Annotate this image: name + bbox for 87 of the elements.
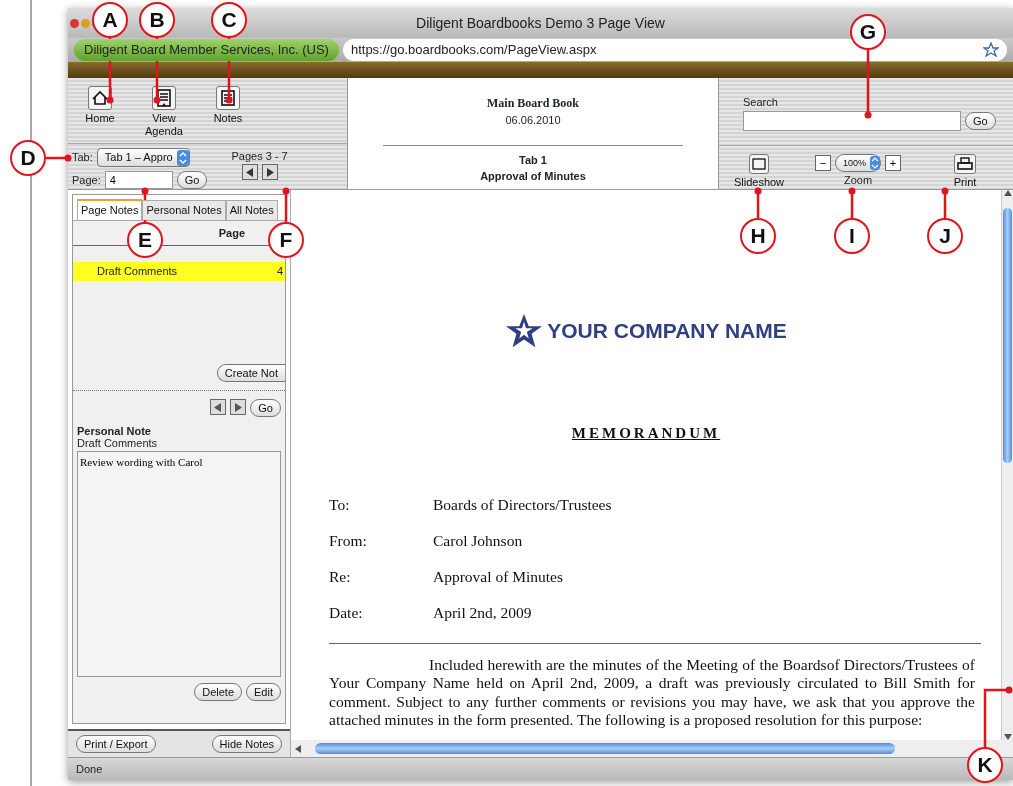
zoom-label: Zoom [843, 172, 873, 188]
leader-line [46, 154, 72, 162]
tab-title: Tab 1 [519, 152, 547, 168]
leader-line [848, 187, 856, 218]
panel-button[interactable]: Hide Notes [211, 735, 282, 753]
address-field[interactable]: https://go.boardbooks.com/PageView.aspx [342, 39, 1007, 61]
notes-tab[interactable]: Personal Notes [142, 200, 226, 220]
search-label: Search [743, 95, 779, 110]
field-label: To: [329, 494, 351, 515]
book-date: 06.06.2010 [505, 113, 561, 128]
scroll-left-arrow-icon[interactable] [295, 744, 301, 753]
go-button[interactable]: Go [250, 399, 281, 417]
memo-paragraph: Included herewith are the minutes of the Meeting of the Boardsof Directors/Trustees of Your Company Name held on April 2nd, 2009, a draft was previously circulated to Bill Smith for comment. Subject to any further comments or revisions you may have, we ask that you approve the attached minutes in the form presented. The following is a proposed resolution for this purpose: [328, 654, 976, 730]
leader-line [941, 187, 949, 218]
callout-label: D [10, 140, 46, 176]
field-value: Carol Johnson [433, 530, 523, 551]
star-icon[interactable] [983, 42, 999, 58]
left-arrow-icon [245, 167, 254, 177]
spinner-arrows-icon [870, 156, 881, 171]
next-page-button[interactable] [261, 164, 278, 181]
callout-label: B [139, 2, 175, 38]
leader-line [864, 50, 872, 119]
page-range: Pages 3 - 7 [231, 148, 288, 164]
notes-tab[interactable]: Page Notes [77, 199, 143, 220]
close-icon[interactable] [70, 18, 79, 28]
toolbar-button[interactable]: Home [76, 86, 124, 143]
vertical-scrollbar-thumb[interactable] [1003, 208, 1012, 463]
field-label: Re: [329, 566, 352, 587]
column-header: Page [218, 225, 245, 241]
panel-button[interactable]: Print / Export [76, 735, 156, 753]
go-button[interactable]: Go [176, 171, 208, 189]
zoom-dropdown[interactable]: 100% [835, 153, 882, 172]
notes-tab[interactable]: All Notes [225, 200, 278, 220]
note-text-area[interactable]: Review wording with Carol [77, 451, 281, 678]
document-list-icon [154, 88, 174, 108]
printer-icon [957, 156, 974, 171]
note-title: Draft Comments [77, 437, 159, 450]
scroll-up-arrow-icon[interactable] [1003, 190, 1012, 196]
previous-note-button[interactable] [210, 399, 227, 415]
memo-heading: MEMORANDUM [571, 424, 721, 443]
note-row[interactable]: Draft Comments 4 [73, 262, 285, 281]
toolbar-button[interactable]: Notes [204, 86, 252, 143]
note-heading: Personal Note [77, 425, 152, 438]
print-button[interactable]: Print [941, 153, 990, 189]
search-field[interactable] [743, 110, 961, 131]
screen-icon [752, 157, 766, 170]
callout-label: A [92, 2, 128, 38]
spinner-arrows-icon [176, 150, 189, 166]
slideshow-button[interactable]: Slideshow [733, 153, 785, 189]
zoom-out-button[interactable]: − [815, 154, 831, 171]
go-button[interactable]: Go [965, 111, 996, 130]
scroll-down-arrow-icon[interactable] [1003, 734, 1012, 740]
company-name: YOUR COMPANY NAME [547, 318, 787, 345]
notes-icon [218, 88, 238, 108]
callout-label: C [211, 2, 247, 38]
next-note-button[interactable] [230, 399, 247, 415]
tab-label: Tab: [72, 150, 93, 166]
field-label: From: [329, 530, 368, 551]
page-label: Page: [72, 172, 101, 188]
field-value: April 2nd, 2009 [433, 602, 532, 623]
field-value: Boards of Directors/Trustees [433, 494, 612, 515]
tab-dropdown[interactable]: Tab 1 – Appro [96, 147, 190, 167]
horizontal-scrollbar-thumb[interactable] [315, 743, 895, 754]
book-title: Main Board Book [487, 95, 579, 112]
note-action-button[interactable]: Delete [194, 683, 243, 702]
note-title: Draft Comments [97, 264, 178, 279]
home-icon [90, 88, 110, 108]
leader-line [754, 187, 762, 218]
site-identity-badge[interactable]: Diligent Board Member Services, Inc. (US) [74, 39, 339, 61]
note-page: 4 [276, 264, 283, 279]
status-text: Done [76, 761, 103, 777]
window-title: Diligent Boardbooks Demo 3 Page View [416, 13, 665, 33]
zoom-in-button[interactable]: + [885, 154, 902, 171]
field-value: Approval of Minutes [433, 566, 563, 587]
create-note-button[interactable]: Create Not [216, 364, 285, 382]
leader-line [983, 686, 1013, 747]
right-arrow-icon [234, 402, 243, 412]
leader-line [282, 187, 290, 222]
field-label: Date: [329, 602, 364, 623]
previous-page-button[interactable] [241, 164, 258, 181]
section-title: Approval of Minutes [480, 169, 586, 184]
star-logo-icon [505, 312, 544, 350]
page-field[interactable]: 4 [104, 171, 173, 189]
left-arrow-icon [214, 402, 223, 412]
note-action-button[interactable]: Edit [246, 683, 281, 702]
toolbar-button[interactable]: View Agenda [140, 86, 188, 143]
right-arrow-icon [265, 167, 274, 177]
